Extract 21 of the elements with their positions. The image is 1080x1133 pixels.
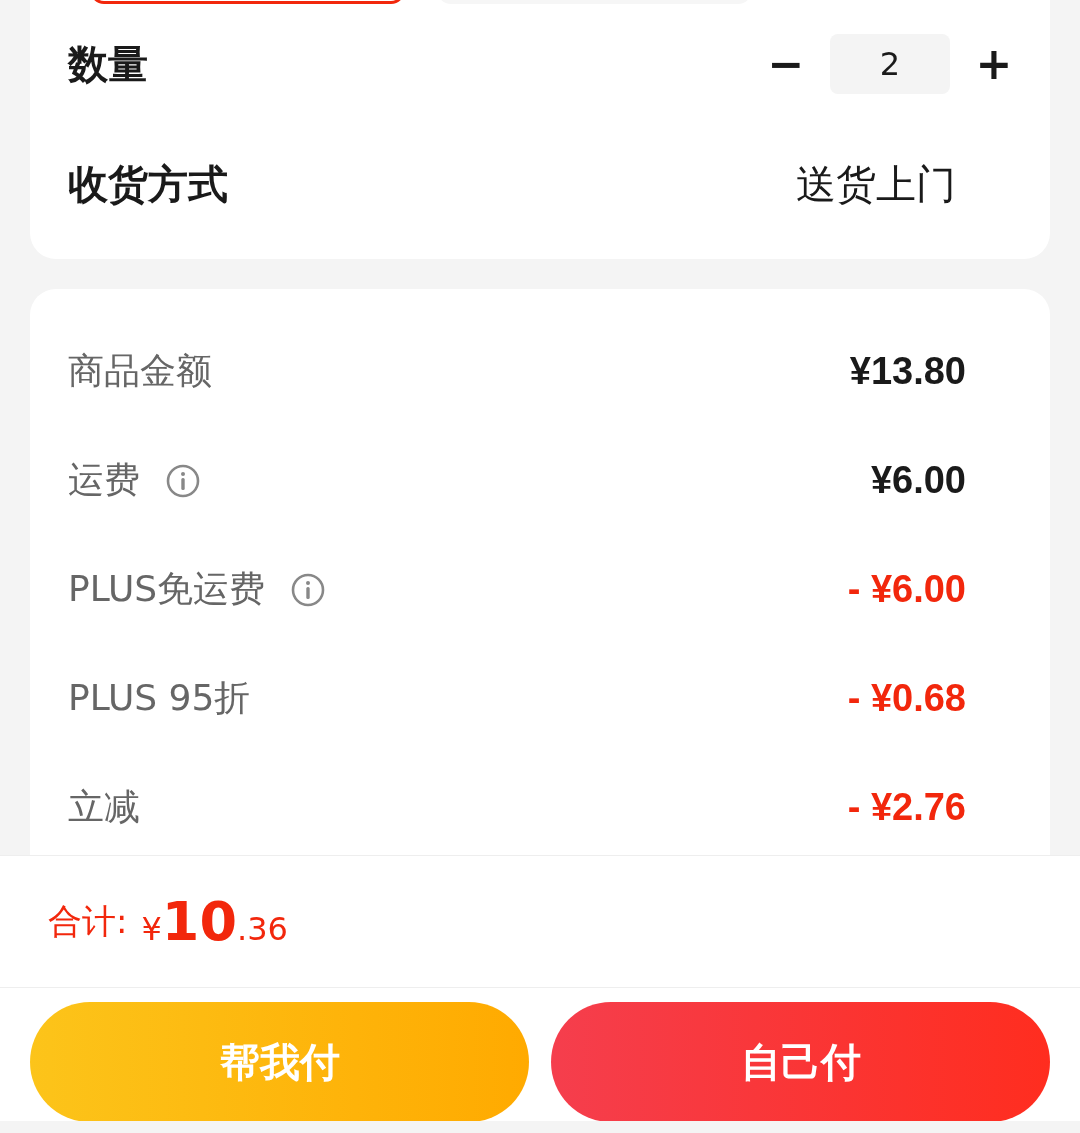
fee-label: 商品金额 <box>68 349 212 393</box>
fee-label: 运费 <box>68 458 140 502</box>
info-icon[interactable] <box>291 572 326 607</box>
info-icon[interactable] <box>166 463 200 498</box>
fee-label: PLUS免运费 <box>68 567 266 611</box>
fee-label: PLUS 95折 <box>68 676 251 720</box>
pay-button[interactable]: 自己付 <box>551 1002 1050 1121</box>
fee-amount: - ¥2.76 <box>847 786 966 829</box>
fee-amount: - ¥6.00 <box>847 568 966 611</box>
total-price: ¥10.36 <box>141 890 288 953</box>
quantity-field[interactable]: 2 <box>830 34 950 94</box>
delivery-value[interactable]: 送货上门 <box>796 156 956 212</box>
plus-button[interactable]: + <box>974 42 1014 86</box>
total-label: 合计: <box>48 899 128 943</box>
fee-amount: ¥6.00 <box>870 459 966 502</box>
fee-amount: ¥13.80 <box>849 350 966 393</box>
quantity-label: 数量 <box>68 39 148 89</box>
fee-label: 立减 <box>68 785 140 829</box>
delivery-label: 收货方式 <box>68 159 228 209</box>
minus-button[interactable]: − <box>766 42 806 86</box>
fee-amount: - ¥0.68 <box>847 677 966 720</box>
